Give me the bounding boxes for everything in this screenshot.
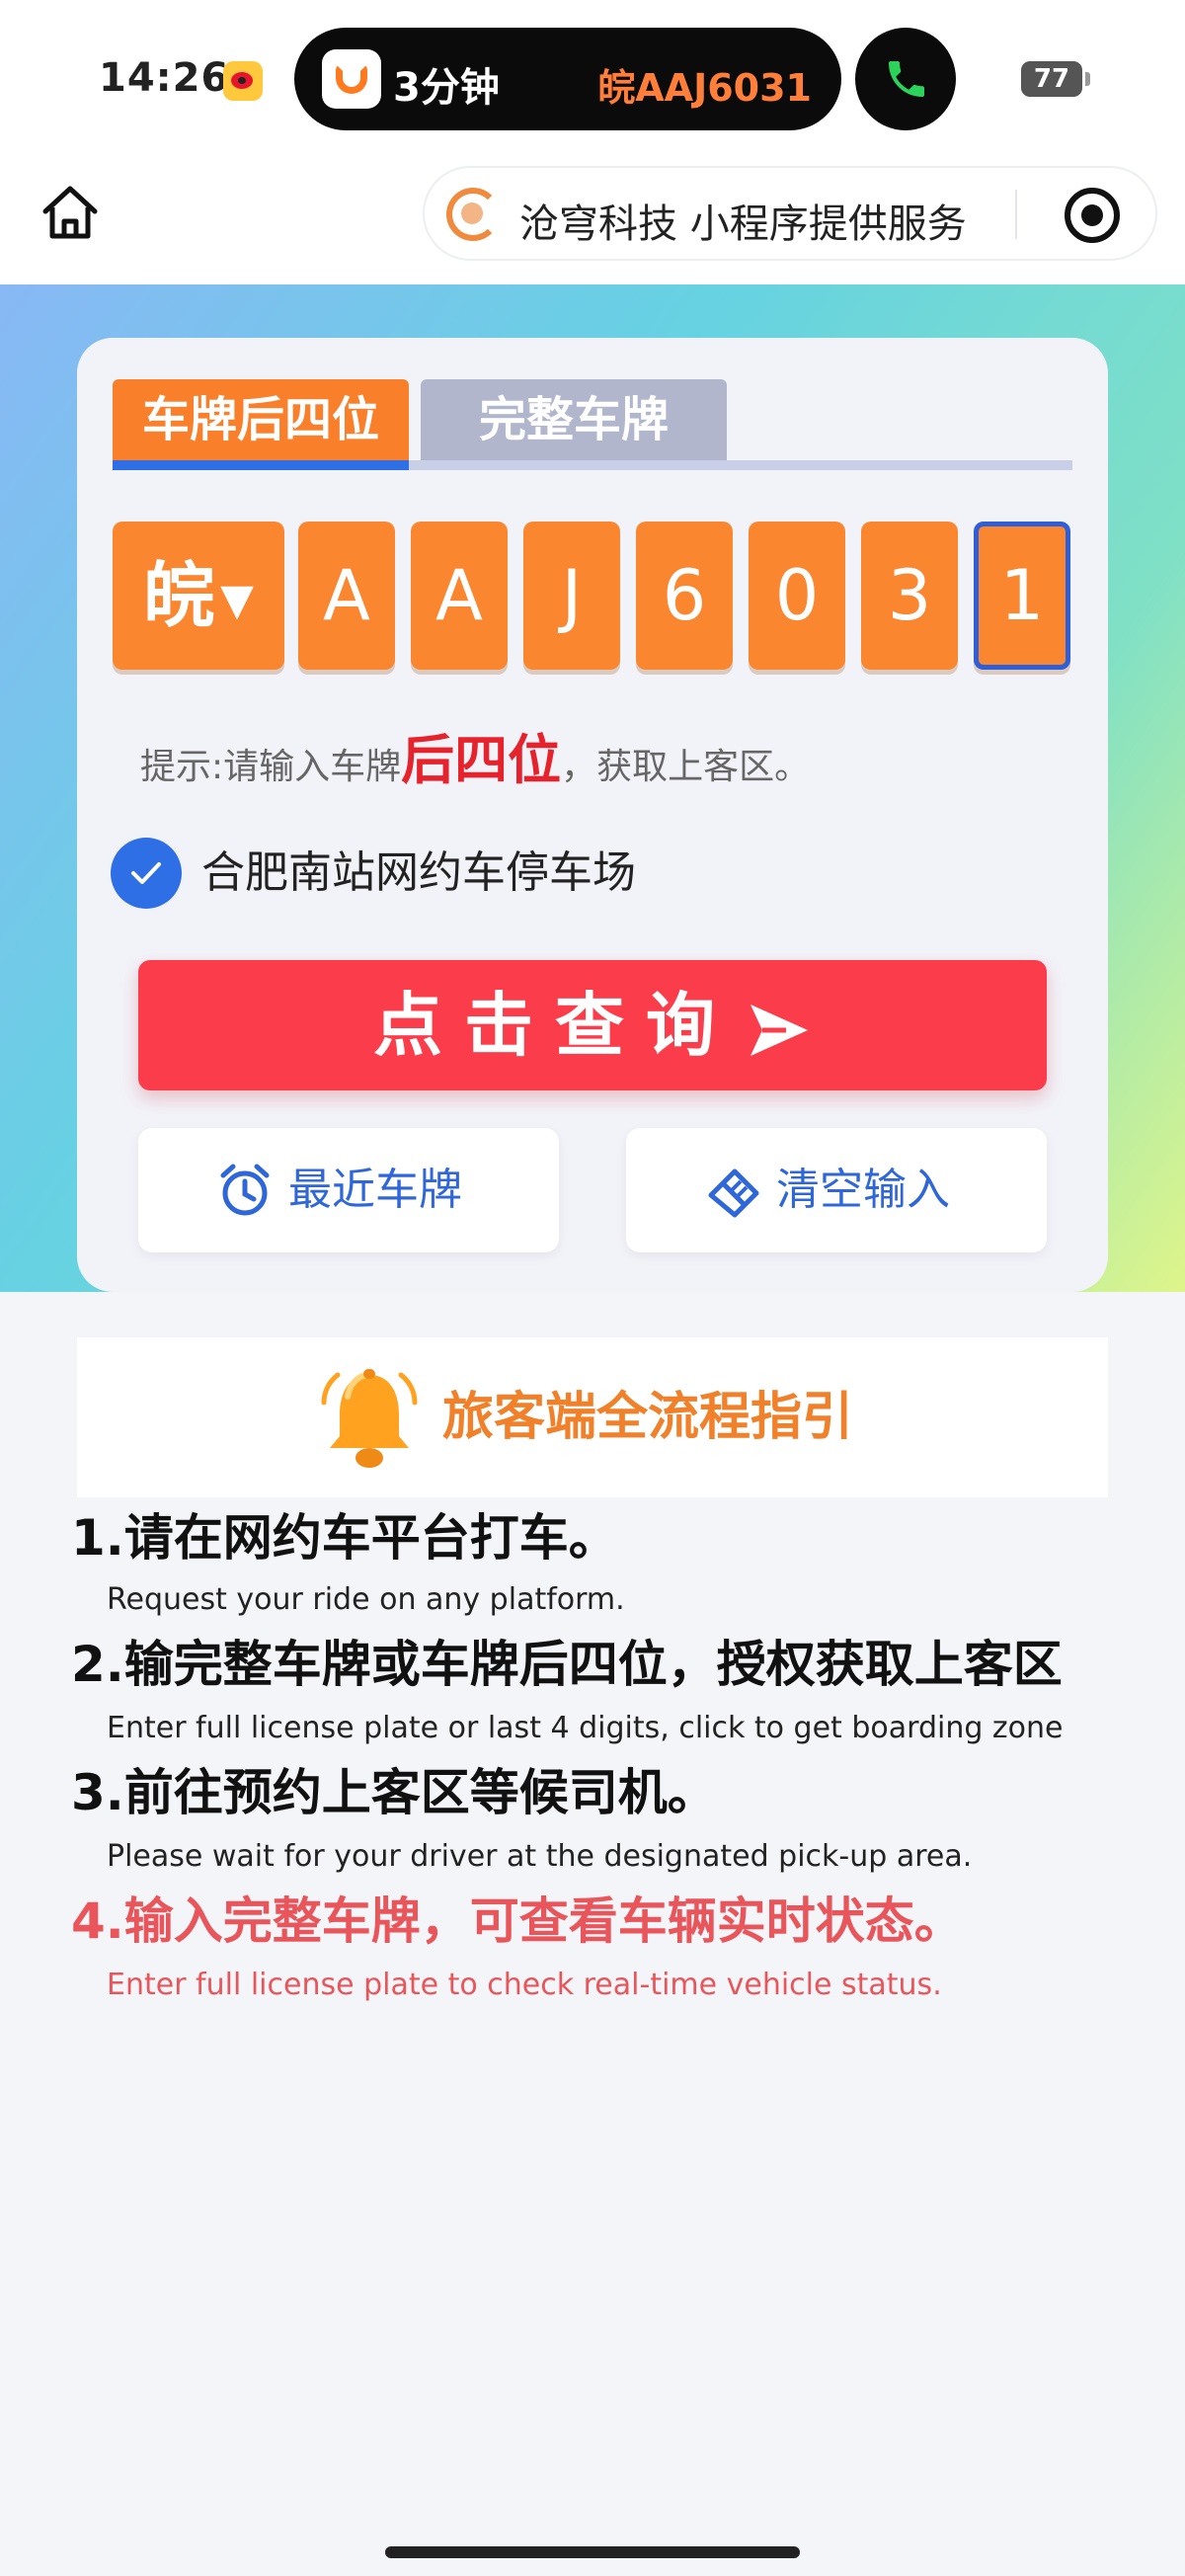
plate-char-2[interactable]: A (411, 522, 508, 670)
alarm-clock-icon (220, 1164, 270, 1216)
capsule-divider (1015, 190, 1017, 239)
provider-capsule[interactable]: 沧穹科技 小程序提供服务 (423, 166, 1157, 261)
step-2-en: Enter full license plate or last 4 digit… (107, 1711, 1064, 1745)
ride-live-activity[interactable]: 3分钟 皖AAJ6031 (294, 28, 841, 130)
plate-char-6[interactable]: 3 (861, 522, 958, 670)
provider-text: 沧穹科技 小程序提供服务 (519, 201, 967, 247)
weibo-icon (223, 61, 263, 101)
station-checkbox[interactable] (111, 838, 182, 909)
bell-icon (321, 1369, 418, 1468)
recent-plates-button[interactable]: 最近车牌 (138, 1128, 559, 1252)
province-selector[interactable]: 皖 ▼ (113, 522, 284, 670)
eta-minutes: 3分钟 (393, 65, 500, 111)
tab-track (409, 460, 1072, 470)
plate-input-row: 皖 ▼ A A J 6 0 3 1 (113, 522, 1072, 670)
input-hint: 提示:请输入车牌后四位，获取上客区。 (140, 731, 810, 797)
check-icon (131, 862, 161, 884)
step-3-en: Please wait for your driver at the desig… (107, 1839, 973, 1874)
tab-last-four[interactable]: 车牌后四位 (113, 379, 409, 460)
recent-plates-label: 最近车牌 (288, 1165, 462, 1215)
plate-char-7[interactable]: 1 (974, 522, 1070, 670)
caret-down-icon: ▼ (220, 575, 254, 626)
plate-char-4[interactable]: 6 (636, 522, 733, 670)
eraser-icon (708, 1168, 759, 1218)
battery-indicator: 77 (1021, 61, 1090, 97)
hero-gradient: 车牌后四位 完整车牌 皖 ▼ A A J 6 0 3 1 提示:请输入车牌后四位，… (0, 284, 1185, 1292)
send-icon (750, 1004, 808, 1056)
home-indicator[interactable] (385, 2546, 800, 2558)
step-1-cn: 1.请在网约车平台打车。 (71, 1509, 618, 1567)
status-bar: 14:26 3分钟 皖AAJ6031 77 (0, 0, 1185, 158)
island-plate-number: 皖AAJ6031 (597, 66, 812, 110)
query-label: 点击查询 (373, 985, 737, 1066)
plate-char-1[interactable]: A (298, 522, 395, 670)
plate-query-card: 车牌后四位 完整车牌 皖 ▼ A A J 6 0 3 1 提示:请输入车牌后四位，… (77, 338, 1108, 1292)
target-icon[interactable] (1065, 188, 1120, 243)
station-label: 合肥南站网约车停车场 (201, 847, 636, 898)
plate-char-5[interactable]: 0 (749, 522, 845, 670)
hint-emphasis: 后四位 (401, 729, 562, 791)
province-value: 皖 (143, 554, 215, 637)
guide-title: 旅客端全流程指引 (442, 1388, 854, 1447)
mini-program-nav-bar: 沧穹科技 小程序提供服务 (0, 158, 1185, 284)
didi-app-icon (322, 49, 381, 109)
step-1-en: Request your ride on any platform. (107, 1582, 625, 1617)
step-4-en: Enter full license plate to check real-t… (107, 1968, 942, 2002)
phone-icon (889, 61, 924, 97)
provider-logo-icon (446, 188, 500, 241)
call-button[interactable] (855, 28, 956, 130)
clear-input-button[interactable]: 清空输入 (626, 1128, 1047, 1252)
guide-header: 旅客端全流程指引 (77, 1337, 1108, 1497)
hint-prefix: 提示:请输入车牌 (140, 747, 402, 787)
home-icon (42, 186, 98, 239)
step-3-cn: 3.前往预约上客区等候司机。 (71, 1764, 717, 1821)
step-2-cn: 2.输完整车牌或车牌后四位，授权获取上客区 (71, 1636, 1063, 1693)
active-tab-underline (113, 460, 409, 470)
query-button[interactable]: 点击查询 (138, 960, 1047, 1090)
plate-char-3[interactable]: J (523, 522, 620, 670)
hint-suffix: ，获取上客区。 (561, 747, 811, 787)
tab-full-plate[interactable]: 完整车牌 (421, 379, 727, 460)
step-4-cn: 4.输入完整车牌，可查看车辆实时状态。 (71, 1892, 964, 1950)
clear-input-label: 清空输入 (776, 1165, 950, 1215)
status-time: 14:26 (99, 55, 230, 101)
home-button[interactable] (38, 180, 103, 245)
